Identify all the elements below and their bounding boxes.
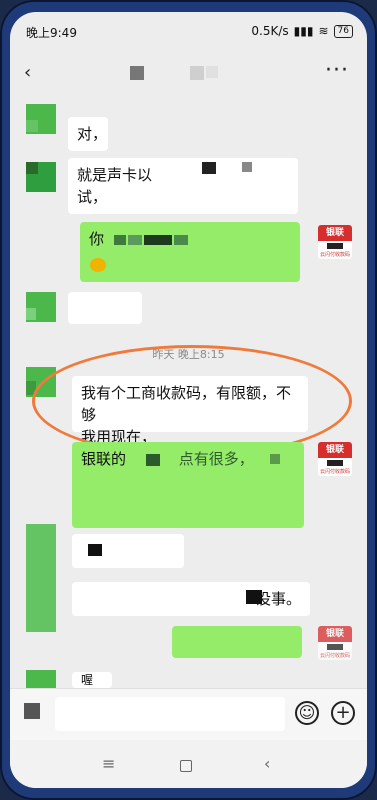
menu-icon[interactable]: ≡ [102, 754, 115, 773]
message-bubble-self[interactable] [172, 626, 302, 658]
chat-screen: 晚上9:49 0.5K/s ▮▮▮ ≋ 76 ‹ ··· 对， 就是声卡以 试，… [10, 12, 367, 788]
redaction-block [114, 235, 126, 245]
back-icon[interactable]: ‹ [24, 62, 31, 83]
message-bubble[interactable]: 喔 [72, 672, 112, 688]
more-options-icon[interactable]: ··· [325, 58, 349, 83]
unionpay-subtitle: 云闪付收款码 [319, 653, 350, 659]
unionpay-logo [327, 644, 343, 650]
input-bar: ☺ + [10, 688, 367, 740]
message-bubble-self[interactable]: 你 [80, 222, 300, 282]
message-text: 银联的 [81, 450, 127, 468]
redaction-block [270, 454, 280, 464]
chat-title-redacted [190, 66, 204, 80]
unionpay-avatar[interactable]: 银联 云闪付收款码 [318, 442, 352, 476]
plus-icon[interactable]: + [331, 701, 355, 725]
redaction-block [88, 544, 102, 556]
emoji-sticker [90, 258, 106, 272]
message-bubble[interactable]: 对， [68, 117, 108, 151]
redaction-block [144, 235, 172, 245]
redaction-block [128, 235, 142, 245]
status-bar: 晚上9:49 0.5K/s ▮▮▮ ≋ 76 [10, 12, 367, 48]
redaction-block [146, 454, 160, 466]
unionpay-title: 银联 [318, 626, 352, 642]
chat-title-bar: ‹ ··· [10, 48, 367, 98]
message-text: 试， [77, 188, 108, 206]
redaction-block [202, 162, 216, 174]
message-text-partial: 没事。 [255, 590, 301, 608]
message-text-partial: 点有很多， [178, 450, 254, 468]
unionpay-title: 银联 [318, 225, 352, 241]
message-text: 你 [89, 230, 105, 248]
message-text: 对， [77, 125, 108, 143]
voice-input-icon[interactable] [24, 703, 40, 719]
redaction-block [246, 590, 262, 604]
emoji-icon[interactable]: ☺ [295, 701, 319, 725]
message-bubble[interactable]: 没事。 [72, 582, 310, 616]
unionpay-subtitle: 云闪付收款码 [319, 469, 350, 475]
avatar-pixel [26, 120, 38, 132]
message-input[interactable] [55, 697, 285, 731]
avatar[interactable] [26, 524, 56, 632]
unionpay-avatar[interactable]: 银联 云闪付收款码 [318, 225, 352, 259]
unionpay-logo [327, 460, 343, 466]
redaction-block [174, 235, 188, 245]
message-text-partial: 喔 [81, 673, 94, 687]
unionpay-avatar[interactable]: 银联 云闪付收款码 [318, 626, 352, 660]
avatar-pixel [26, 308, 36, 320]
message-bubble[interactable] [68, 292, 142, 324]
highlight-circle [32, 345, 352, 457]
chat-title-redacted [206, 66, 218, 78]
battery-icon: 76 [333, 24, 353, 38]
status-time: 晚上9:49 [26, 26, 77, 40]
home-icon[interactable] [180, 760, 192, 772]
unionpay-subtitle: 云闪付收款码 [319, 252, 350, 258]
system-nav-bar: ≡ ‹ [10, 740, 367, 788]
avatar-pixel [26, 162, 38, 174]
redaction-block [242, 162, 252, 172]
back-nav-icon[interactable]: ‹ [264, 754, 270, 773]
phone-frame: 晚上9:49 0.5K/s ▮▮▮ ≋ 76 ‹ ··· 对， 就是声卡以 试，… [0, 0, 377, 800]
message-bubble[interactable]: 就是声卡以 试， [68, 158, 298, 214]
chat-title-redacted [130, 66, 144, 80]
status-right: 0.5K/s ▮▮▮ ≋ 76 [251, 24, 353, 38]
wifi-icon: ≋ [318, 24, 329, 38]
unionpay-title: 银联 [318, 442, 352, 458]
network-speed: 0.5K/s [251, 24, 289, 38]
message-text: 就是声卡以 [77, 166, 153, 184]
unionpay-logo [327, 243, 343, 249]
signal-icon: ▮▮▮ [293, 24, 314, 38]
